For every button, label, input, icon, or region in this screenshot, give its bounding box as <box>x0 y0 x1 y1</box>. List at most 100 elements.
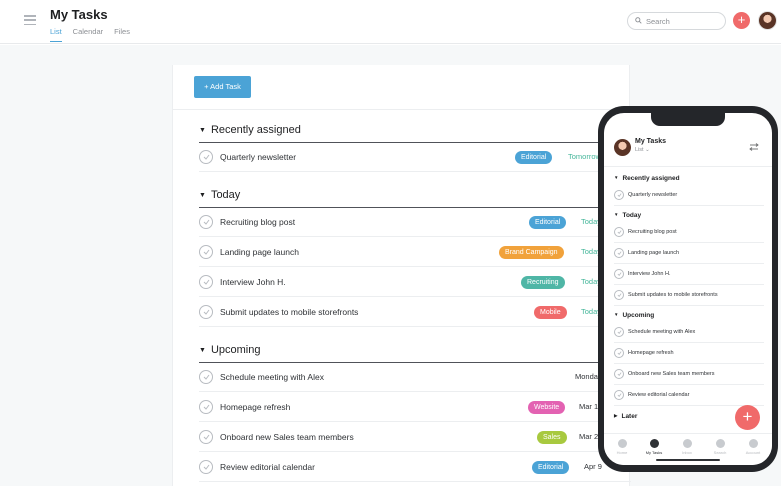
list-item[interactable]: Review editorial calendar <box>614 385 764 406</box>
task-name: Quarterly newsletter <box>628 192 678 198</box>
table-row[interactable]: Landing page launch Brand Campaign Today <box>199 237 631 267</box>
avatar[interactable] <box>758 11 777 30</box>
task-name: Submit updates to mobile storefronts <box>628 292 718 298</box>
mobile-view-label: List <box>635 147 644 153</box>
complete-check-icon[interactable] <box>199 370 213 384</box>
table-row[interactable]: Homepage refresh Website Mar 1 <box>199 392 631 422</box>
nav-label: Home <box>616 450 628 455</box>
nav-item-account[interactable]: Account <box>737 439 769 455</box>
filter-icon[interactable] <box>749 143 759 151</box>
complete-check-icon[interactable] <box>614 290 624 300</box>
task-name: Landing page launch <box>220 247 299 257</box>
tag-badge[interactable]: Editorial <box>515 151 553 164</box>
table-row[interactable]: Schedule meeting with Alex Monday <box>199 362 631 392</box>
complete-check-icon[interactable] <box>614 390 624 400</box>
list-item[interactable]: Recruiting blog post <box>614 222 764 243</box>
complete-check-icon[interactable] <box>614 227 624 237</box>
table-row[interactable]: Recruiting blog post Editorial Today <box>199 207 631 237</box>
tab-files[interactable]: Files <box>114 27 130 42</box>
complete-check-icon[interactable] <box>199 215 213 229</box>
section-title: Upcoming <box>622 312 655 319</box>
table-row[interactable]: Quarterly newsletter Editorial Tomorrow <box>199 142 631 172</box>
tab-calendar[interactable]: Calendar <box>73 27 103 42</box>
nav-label: My Tasks <box>645 450 663 455</box>
mobile-section-header[interactable]: ▶ Later <box>614 413 637 420</box>
section-header-upcoming[interactable]: ▼ Upcoming <box>199 344 260 356</box>
tag-badge[interactable]: Mobile <box>534 306 567 319</box>
tag-badge[interactable]: Editorial <box>529 216 567 229</box>
tag-badge[interactable]: Recruiting <box>521 276 565 289</box>
complete-check-icon[interactable] <box>199 460 213 474</box>
due-date: Mar 1 <box>579 402 599 411</box>
task-name: Onboard new Sales team members <box>220 432 354 442</box>
mobile-page-title: My Tasks <box>635 138 666 145</box>
nav-item-search[interactable]: Search <box>704 439 736 455</box>
table-row[interactable]: Review editorial calendar Editorial Apr … <box>199 452 631 482</box>
list-item[interactable]: Submit updates to mobile storefronts <box>614 285 764 306</box>
search-icon <box>635 17 642 24</box>
table-row[interactable]: Onboard new Sales team members Sales Mar… <box>199 422 631 452</box>
mobile-section-header[interactable]: ▼ Recently assigned <box>614 175 680 182</box>
complete-check-icon[interactable] <box>614 190 624 200</box>
complete-check-icon[interactable] <box>199 150 213 164</box>
tag-badge[interactable]: Editorial <box>532 461 570 474</box>
mobile-section-header[interactable]: ▼ Today <box>614 212 641 219</box>
avatar[interactable] <box>614 139 631 156</box>
divider <box>173 109 631 110</box>
add-task-fab[interactable]: + <box>735 405 760 430</box>
add-task-button[interactable]: + Add Task <box>194 76 251 98</box>
home-indicator <box>656 459 720 461</box>
list-item[interactable]: Schedule meeting with Alex <box>614 322 764 343</box>
nav-item-my-tasks[interactable]: My Tasks <box>638 439 670 455</box>
table-row[interactable]: Submit updates to mobile storefronts Mob… <box>199 297 631 327</box>
tag-badge[interactable]: Brand Campaign <box>499 246 564 259</box>
section-title: Recently assigned <box>210 124 301 136</box>
task-name: Submit updates to mobile storefronts <box>220 307 359 317</box>
list-item[interactable]: Landing page launch <box>614 243 764 264</box>
mobile-view-selector[interactable]: List ⌄ <box>635 147 650 153</box>
task-name: Homepage refresh <box>220 402 291 412</box>
task-name: Schedule meeting with Alex <box>220 372 324 382</box>
top-bar: My Tasks List Calendar Files + <box>0 0 781 44</box>
complete-check-icon[interactable] <box>199 430 213 444</box>
chevron-down-icon: ⌄ <box>645 147 650 153</box>
complete-check-icon[interactable] <box>199 305 213 319</box>
nav-item-home[interactable]: Home <box>606 439 638 455</box>
tag-badge[interactable]: Website <box>528 401 566 414</box>
task-name: Landing page launch <box>628 250 680 256</box>
section-header-today[interactable]: ▼ Today <box>199 189 240 201</box>
task-name: Schedule meeting with Alex <box>628 329 696 335</box>
complete-check-icon[interactable] <box>614 248 624 258</box>
list-item[interactable]: Interview John H. <box>614 264 764 285</box>
tag-badge[interactable]: Sales <box>537 431 567 444</box>
complete-check-icon[interactable] <box>614 269 624 279</box>
complete-check-icon[interactable] <box>614 327 624 337</box>
task-name: Homepage refresh <box>628 350 674 356</box>
divider <box>604 166 772 167</box>
complete-check-icon[interactable] <box>614 348 624 358</box>
complete-check-icon[interactable] <box>199 400 213 414</box>
person-icon <box>748 439 758 448</box>
list-item[interactable]: Quarterly newsletter <box>614 185 764 206</box>
page-title: My Tasks <box>50 7 108 22</box>
complete-check-icon[interactable] <box>614 369 624 379</box>
list-item[interactable]: Onboard new Sales team members <box>614 364 764 385</box>
section-header-recently-assigned[interactable]: ▼ Recently assigned <box>199 124 301 136</box>
complete-check-icon[interactable] <box>199 245 213 259</box>
mobile-section-header[interactable]: ▼ Upcoming <box>614 312 654 319</box>
due-date: Apr 9 <box>584 462 602 471</box>
nav-label: Account <box>745 450 761 455</box>
section-title: Later <box>621 413 638 420</box>
search-box[interactable] <box>627 12 726 30</box>
hamburger-icon[interactable] <box>24 15 36 26</box>
plus-icon[interactable]: + <box>733 12 750 29</box>
task-name: Review editorial calendar <box>220 462 315 472</box>
complete-check-icon[interactable] <box>199 275 213 289</box>
tab-list[interactable]: List <box>50 27 62 42</box>
nav-label: Inbox <box>682 450 692 455</box>
nav-item-inbox[interactable]: Inbox <box>671 439 703 455</box>
list-item[interactable]: Homepage refresh <box>614 343 764 364</box>
search-icon <box>715 439 725 448</box>
table-row[interactable]: Interview John H. Recruiting Today <box>199 267 631 297</box>
search-input[interactable] <box>646 15 722 27</box>
